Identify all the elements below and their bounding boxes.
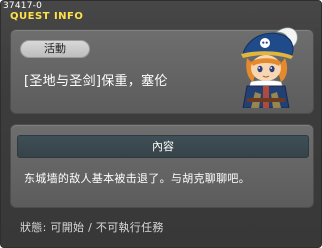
content-header: 內容 <box>17 135 309 158</box>
quest-type-badge: 活動 <box>20 40 90 58</box>
quest-id-label: 37417-0 <box>3 1 43 11</box>
npc-portrait-icon <box>241 27 298 108</box>
quest-info-window: 37417-0 QUEST INFO 活動 [圣地与圣剑]保重，塞伦 內容 东城… <box>0 0 322 248</box>
quest-name: [圣地与圣剑]保重，塞伦 <box>24 74 168 89</box>
quest-content-panel: 內容 东城墙的敌人基本被击退了。与胡克聊聊吧。 <box>10 124 314 208</box>
quest-status-text: 狀態: 可開始 / 不可執行任務 <box>20 221 164 234</box>
window-title: QUEST INFO <box>10 11 84 22</box>
quest-summary-panel: 活動 [圣地与圣剑]保重，塞伦 <box>10 27 314 114</box>
content-text: 东城墙的敌人基本被击退了。与胡克聊聊吧。 <box>24 172 250 185</box>
